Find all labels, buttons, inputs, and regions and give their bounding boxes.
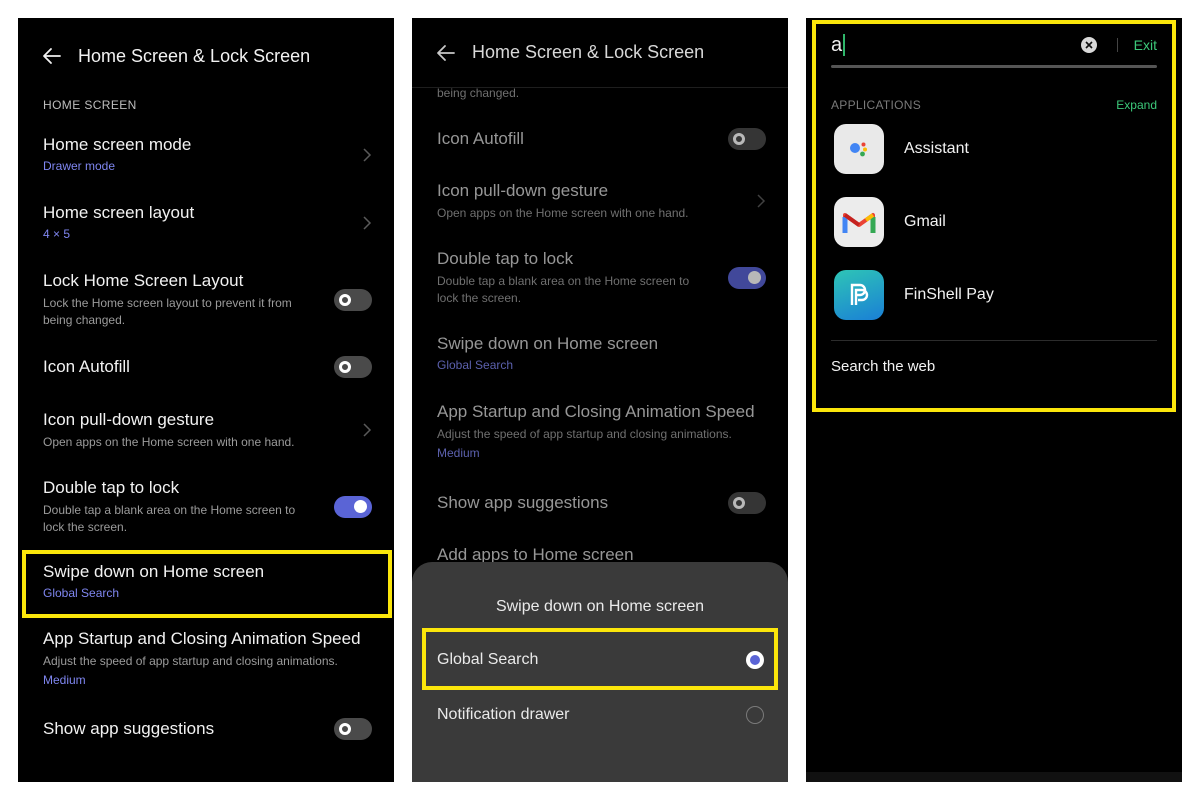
setting-subtitle: Double tap a blank area on the Home scre…	[437, 274, 690, 305]
setting-value: Global Search	[437, 358, 514, 372]
header: Home Screen & Lock Screen	[412, 18, 788, 88]
setting-subtitle: Open apps on the Home screen with one ha…	[43, 435, 295, 449]
setting-home-screen-layout[interactable]: Home screen layout 4 × 5	[43, 202, 374, 243]
option-label: Notification drawer	[437, 706, 570, 723]
app-suggestions-toggle[interactable]	[728, 492, 766, 514]
setting-value: Medium	[437, 446, 480, 460]
setting-double-tap-to-lock: Double tap to lock Double tap a blank ar…	[437, 248, 768, 307]
setting-title: Double tap to lock	[43, 478, 180, 497]
setting-title: App Startup and Closing Animation Speed	[43, 629, 361, 648]
partial-subtitle: being changed.	[437, 86, 520, 100]
icon-autofill-toggle[interactable]	[728, 128, 766, 150]
setting-title: Icon pull-down gesture	[43, 410, 215, 429]
setting-double-tap-to-lock: Double tap to lock Double tap a blank ar…	[43, 477, 374, 536]
option-notification-drawer[interactable]: Notification drawer	[437, 700, 766, 730]
double-tap-lock-toggle[interactable]	[334, 495, 372, 518]
settings-panel-with-sheet: Home Screen & Lock Screen being changed.…	[412, 18, 788, 782]
setting-subtitle: Lock the Home screen layout to prevent i…	[43, 296, 292, 327]
setting-title: Swipe down on Home screen	[437, 334, 659, 353]
setting-title: Show app suggestions	[437, 493, 609, 512]
setting-title: Icon pull-down gesture	[437, 181, 609, 200]
sheet-title: Swipe down on Home screen	[495, 598, 705, 615]
highlight-box	[22, 550, 392, 618]
chevron-right-icon	[757, 194, 766, 208]
setting-value: Medium	[43, 673, 86, 687]
setting-title: Icon Autofill	[437, 129, 524, 148]
setting-lock-home-screen-layout: Lock Home Screen Layout Lock the Home sc…	[43, 270, 374, 329]
setting-subtitle: Adjust the speed of app startup and clos…	[437, 427, 732, 441]
setting-title: Home screen layout	[43, 203, 195, 222]
setting-title: Lock Home Screen Layout	[43, 271, 244, 290]
back-arrow-icon[interactable]	[42, 46, 62, 66]
bottom-bar	[806, 772, 1182, 782]
setting-subtitle: Adjust the speed of app startup and clos…	[43, 654, 338, 668]
header: Home Screen & Lock Screen	[18, 18, 394, 94]
global-search-panel: a Exit APPLICATIONS Expand Assistant Gma…	[806, 18, 1182, 782]
back-arrow-icon[interactable]	[436, 43, 456, 63]
settings-panel-home-lock: Home Screen & Lock Screen HOME SCREEN Ho…	[18, 18, 394, 782]
page-title: Home Screen & Lock Screen	[472, 42, 705, 62]
chevron-right-icon	[363, 147, 372, 162]
setting-home-screen-mode[interactable]: Home screen mode Drawer mode	[43, 134, 374, 175]
setting-animation-speed[interactable]: App Startup and Closing Animation Speed …	[437, 401, 768, 462]
setting-icon-pulldown-gesture[interactable]: Icon pull-down gesture Open apps on the …	[437, 180, 768, 222]
setting-title: Icon Autofill	[43, 357, 130, 376]
setting-animation-speed[interactable]: App Startup and Closing Animation Speed …	[43, 628, 374, 689]
setting-value: 4 × 5	[43, 227, 71, 241]
highlight-box	[422, 628, 778, 690]
setting-subtitle: Open apps on the Home screen with one ha…	[437, 206, 689, 220]
highlight-box	[812, 20, 1176, 412]
setting-subtitle: Double tap a blank area on the Home scre…	[43, 503, 296, 534]
setting-title: Show app suggestions	[43, 719, 215, 738]
section-label-home-screen: HOME SCREEN	[43, 98, 137, 112]
setting-icon-autofill: Icon Autofill	[43, 356, 374, 378]
setting-icon-autofill: Icon Autofill	[437, 128, 768, 150]
setting-show-app-suggestions: Show app suggestions	[437, 492, 768, 514]
icon-autofill-toggle[interactable]	[334, 356, 372, 378]
setting-value: Drawer mode	[43, 159, 116, 173]
setting-title: Home screen mode	[43, 135, 192, 154]
setting-title: Double tap to lock	[437, 249, 574, 268]
setting-show-app-suggestions: Show app suggestions	[43, 718, 374, 740]
radio-unselected-icon[interactable]	[746, 706, 764, 724]
chevron-right-icon	[363, 423, 372, 437]
setting-title: App Startup and Closing Animation Speed	[437, 402, 755, 421]
setting-icon-pulldown-gesture[interactable]: Icon pull-down gesture Open apps on the …	[43, 409, 374, 451]
page-title: Home Screen & Lock Screen	[78, 45, 311, 66]
app-suggestions-toggle[interactable]	[334, 718, 372, 740]
lock-layout-toggle[interactable]	[334, 288, 372, 311]
chevron-right-icon	[363, 215, 372, 230]
double-tap-lock-toggle[interactable]	[728, 266, 766, 289]
setting-swipe-down-home-screen[interactable]: Swipe down on Home screen Global Search	[437, 333, 768, 374]
